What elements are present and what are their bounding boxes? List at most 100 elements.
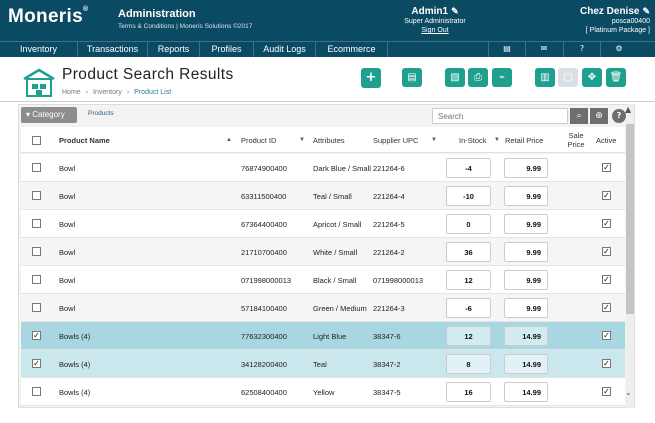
help-icon[interactable]: ?	[612, 109, 626, 123]
in-stock-field[interactable]: 12	[446, 326, 491, 346]
table-row[interactable]: Bowl 57184100400 Green / Medium 221264-3…	[21, 294, 625, 322]
barcode-button[interactable]: ▥	[535, 68, 555, 87]
moneris-logo[interactable]: Moneris®	[8, 6, 88, 28]
product-name[interactable]: Bowl	[59, 182, 75, 210]
table-row[interactable]: Bowl 67364400400 Apricot / Small 221264-…	[21, 210, 625, 238]
header-supplier-upc[interactable]: Supplier UPC	[373, 127, 418, 153]
in-stock-field[interactable]: -6	[446, 298, 491, 318]
retail-price-field[interactable]: 9.99	[504, 158, 548, 178]
table-row[interactable]: Bowl 071998000013 Black / Small 07199800…	[21, 266, 625, 294]
printer-button[interactable]: ▤	[402, 68, 422, 87]
product-name[interactable]: Bowls (4)	[59, 322, 90, 350]
active-checkbox[interactable]: ✓	[602, 359, 611, 368]
sort-asc-icon[interactable]: ▲	[226, 127, 232, 153]
delete-button[interactable]: 🗑	[606, 68, 626, 87]
nav-profiles[interactable]: Profiles	[200, 42, 254, 57]
export-button[interactable]: ▧	[445, 68, 465, 87]
scroll-down-icon[interactable]: ⌄	[625, 388, 632, 397]
active-checkbox[interactable]: ✓	[602, 303, 611, 312]
nav-transactions[interactable]: Transactions	[78, 42, 148, 57]
product-name[interactable]: Bowl	[59, 154, 75, 182]
product-name[interactable]: Bowls (4)	[59, 378, 90, 406]
help-icon[interactable]: ?	[563, 42, 600, 57]
sign-out-link[interactable]: Sign Out	[395, 26, 475, 35]
breadcrumb-inventory[interactable]: Inventory	[93, 89, 122, 96]
active-checkbox[interactable]: ✓	[602, 191, 611, 200]
sort-icon[interactable]: ▼	[494, 127, 500, 153]
header-attributes[interactable]: Attributes	[313, 127, 345, 153]
row-checkbox[interactable]	[32, 303, 41, 312]
active-checkbox[interactable]: ✓	[602, 331, 611, 340]
table-row-selected[interactable]: ✓ Bowls (4) 34128200400 Teal 38347-2 8 1…	[21, 350, 625, 378]
active-checkbox[interactable]: ✓	[602, 275, 611, 284]
retail-price-field[interactable]: 14.99	[504, 326, 548, 346]
search-icon[interactable]: ⌕	[570, 108, 588, 124]
row-checkbox[interactable]	[32, 387, 41, 396]
active-checkbox[interactable]: ✓	[602, 387, 611, 396]
product-name[interactable]: Bowl	[59, 238, 75, 266]
table-row[interactable]: Bowl 76874900400 Dark Blue / Small 22126…	[21, 154, 625, 182]
select-all-checkbox[interactable]	[32, 135, 41, 145]
breadcrumb-home[interactable]: Home	[62, 89, 81, 96]
user-name[interactable]: Admin1 ✎	[395, 6, 475, 17]
scroll-up-icon[interactable]: ▲	[625, 105, 631, 114]
in-stock-field[interactable]: 8	[446, 354, 491, 374]
retail-price-field[interactable]: 9.99	[504, 214, 548, 234]
print-button[interactable]: ⎙	[468, 68, 488, 87]
row-checkbox[interactable]	[32, 219, 41, 228]
row-checkbox[interactable]: ✓	[32, 331, 41, 340]
row-checkbox[interactable]	[32, 247, 41, 256]
retail-price-field[interactable]: 9.99	[504, 270, 548, 290]
disabled-action-button[interactable]: ▢	[558, 68, 578, 87]
search-input[interactable]	[432, 108, 568, 124]
active-checkbox[interactable]: ✓	[602, 247, 611, 256]
active-checkbox[interactable]: ✓	[602, 219, 611, 228]
retail-price-field[interactable]: 14.99	[504, 354, 548, 374]
app-subtitle[interactable]: Terms & Conditions | Moneris Solutions ©…	[118, 23, 252, 30]
mail-icon[interactable]: ✉	[525, 42, 562, 57]
products-tab[interactable]: Products	[88, 110, 114, 117]
in-stock-field[interactable]: 0	[446, 214, 491, 234]
in-stock-field[interactable]: 36	[446, 242, 491, 262]
header-retail-price[interactable]: Retail Price	[505, 127, 543, 153]
product-name[interactable]: Bowl	[59, 266, 75, 294]
edit-pencil-icon[interactable]: ✎	[642, 6, 650, 16]
store-name[interactable]: Chez Denise ✎	[560, 6, 650, 17]
sort-icon[interactable]: ▼	[299, 127, 305, 153]
scrollbar-thumb[interactable]	[626, 124, 634, 314]
nav-audit-logs[interactable]: Audit Logs	[254, 42, 316, 57]
row-checkbox[interactable]	[32, 163, 41, 172]
retail-price-field[interactable]: 9.99	[504, 298, 548, 318]
product-name[interactable]: Bowl	[59, 210, 75, 238]
breadcrumb-product-list[interactable]: Product List	[134, 89, 171, 96]
in-stock-field[interactable]: 12	[446, 270, 491, 290]
settings-icon[interactable]: ⚙	[600, 42, 637, 57]
active-checkbox[interactable]: ✓	[602, 163, 611, 172]
printer-icon[interactable]: ▤	[488, 42, 525, 57]
row-checkbox[interactable]	[32, 191, 41, 200]
table-row[interactable]: Bowl 63311500400 Teal / Small 221264-4 -…	[21, 182, 625, 210]
header-in-stock[interactable]: In-Stock	[459, 127, 487, 153]
nav-reports[interactable]: Reports	[148, 42, 200, 57]
pin-button[interactable]: ⌁	[492, 68, 512, 87]
nav-ecommerce[interactable]: Ecommerce	[316, 42, 388, 57]
zoom-icon[interactable]: ⊕	[590, 108, 608, 124]
row-checkbox[interactable]	[32, 275, 41, 284]
product-name[interactable]: Bowl	[59, 294, 75, 322]
table-row-selected[interactable]: ✓ Bowls (4) 77632300400 Light Blue 38347…	[21, 322, 625, 350]
edit-pencil-icon[interactable]: ✎	[451, 6, 459, 16]
header-active[interactable]: Active	[596, 127, 616, 153]
move-button[interactable]: ✥	[582, 68, 602, 87]
product-name[interactable]: Bowls (4)	[59, 350, 90, 378]
retail-price-field[interactable]: 9.99	[504, 242, 548, 262]
retail-price-field[interactable]: 9.99	[504, 186, 548, 206]
add-product-button[interactable]: +	[361, 68, 381, 88]
category-toggle-button[interactable]: ▾ Category	[21, 107, 77, 123]
header-product-id[interactable]: Product ID	[241, 127, 276, 153]
in-stock-field[interactable]: -4	[446, 158, 491, 178]
retail-price-field[interactable]: 14.99	[504, 382, 548, 402]
table-row[interactable]: Bowls (4) 62508400400 Yellow 38347-5 16 …	[21, 378, 625, 406]
header-sale-price[interactable]: Sale Price	[561, 127, 591, 153]
nav-inventory[interactable]: Inventory	[0, 42, 78, 57]
in-stock-field[interactable]: 16	[446, 382, 491, 402]
